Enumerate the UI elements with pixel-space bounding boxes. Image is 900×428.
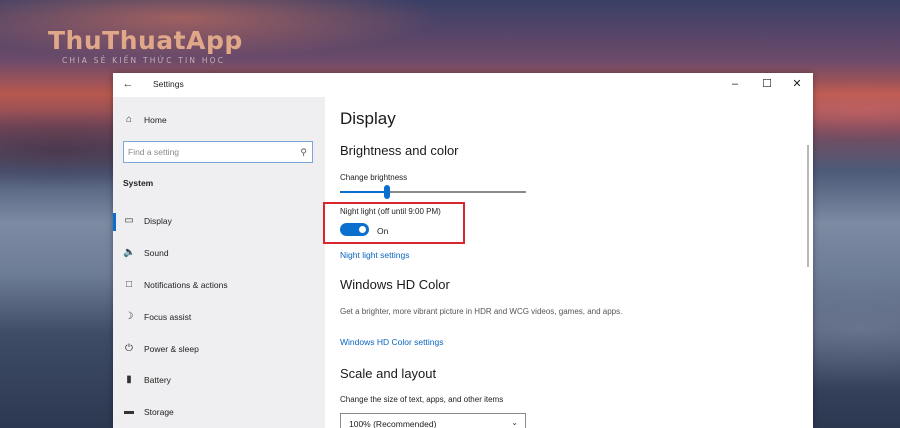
hd-color-description: Get a brighter, more vibrant picture in … — [340, 307, 623, 316]
scale-dropdown[interactable]: 100% (Recommended) ⌄ — [340, 413, 526, 428]
scale-label: Change the size of text, apps, and other… — [340, 395, 504, 404]
sidebar-item-sound[interactable]: 🔈 Sound — [113, 241, 325, 267]
sidebar-item-label: Focus assist — [144, 312, 192, 322]
sidebar-item-label: Battery — [144, 375, 171, 385]
sidebar-item-focus-assist[interactable]: ☽ Focus assist — [113, 305, 325, 331]
title-bar: ← Settings – ☐ ✕ — [113, 73, 813, 97]
back-arrow-icon[interactable]: ← — [121, 77, 135, 91]
section-title-hd-color: Windows HD Color — [340, 277, 450, 292]
brightness-label: Change brightness — [340, 173, 408, 182]
close-button[interactable]: ✕ — [781, 73, 813, 95]
power-icon: ⏻ — [125, 343, 133, 354]
sidebar-item-label: Power & sleep — [144, 344, 199, 354]
minimize-button[interactable]: – — [719, 73, 751, 95]
sidebar: ⌂ Home ⚲ System ▭ Display 🔈 Sound □ Noti… — [113, 97, 325, 428]
settings-window: ← Settings – ☐ ✕ ⌂ Home ⚲ System ▭ Displ… — [113, 73, 813, 428]
sidebar-item-label: Notifications & actions — [144, 280, 228, 290]
scrollbar[interactable] — [807, 145, 809, 267]
night-light-toggle[interactable] — [340, 223, 369, 236]
watermark-brand: ThuThuatApp — [48, 26, 243, 55]
scale-dropdown-value: 100% (Recommended) — [349, 419, 437, 428]
section-title-brightness: Brightness and color — [340, 143, 459, 158]
active-indicator — [113, 213, 116, 231]
monitor-icon: ▭ — [124, 215, 134, 226]
hd-color-settings-link[interactable]: Windows HD Color settings — [340, 337, 443, 347]
watermark-tagline: CHIA SẺ KIẾN THỨC TIN HỌC — [62, 56, 226, 65]
sidebar-item-notifications[interactable]: □ Notifications & actions — [113, 273, 325, 299]
maximize-button[interactable]: ☐ — [751, 73, 783, 95]
toggle-knob — [359, 226, 366, 233]
sidebar-item-storage[interactable]: ▬ Storage — [113, 400, 325, 426]
watermark-logo: ThuThuatApp CHIA SẺ KIẾN THỨC TIN HỌC — [48, 26, 243, 65]
moon-icon: ☽ — [124, 311, 134, 322]
home-icon: ⌂ — [125, 114, 133, 125]
sidebar-item-battery[interactable]: ▮ Battery — [113, 368, 325, 394]
main-content: Display Brightness and color Change brig… — [323, 97, 813, 428]
section-title-scale: Scale and layout — [340, 366, 437, 381]
sidebar-item-label: Display — [144, 216, 172, 226]
toggle-state-label: On — [377, 226, 389, 236]
search-input[interactable] — [128, 145, 288, 159]
window-title: Settings — [153, 79, 184, 89]
storage-icon: ▬ — [124, 406, 134, 417]
night-light-label: Night light (off until 9:00 PM) — [340, 207, 441, 216]
speaker-icon: 🔈 — [123, 247, 136, 258]
night-light-settings-link[interactable]: Night light settings — [340, 250, 409, 260]
sidebar-group-label: System — [123, 178, 154, 188]
search-field[interactable]: ⚲ — [123, 141, 313, 163]
brightness-slider[interactable] — [340, 185, 526, 199]
search-icon[interactable]: ⚲ — [300, 145, 307, 159]
page-title: Display — [340, 109, 396, 128]
sidebar-item-display[interactable]: ▭ Display — [113, 209, 325, 235]
slider-fill — [340, 191, 387, 193]
notification-icon: □ — [125, 279, 133, 290]
sidebar-item-label: Storage — [144, 407, 174, 417]
sidebar-item-power-sleep[interactable]: ⏻ Power & sleep — [113, 337, 325, 363]
battery-icon: ▮ — [126, 374, 132, 385]
sidebar-item-home[interactable]: ⌂ Home — [113, 108, 325, 134]
sidebar-item-label: Sound — [144, 248, 169, 258]
sidebar-item-label: Home — [144, 115, 167, 125]
chevron-down-icon: ⌄ — [511, 418, 518, 427]
slider-thumb[interactable] — [383, 185, 390, 199]
